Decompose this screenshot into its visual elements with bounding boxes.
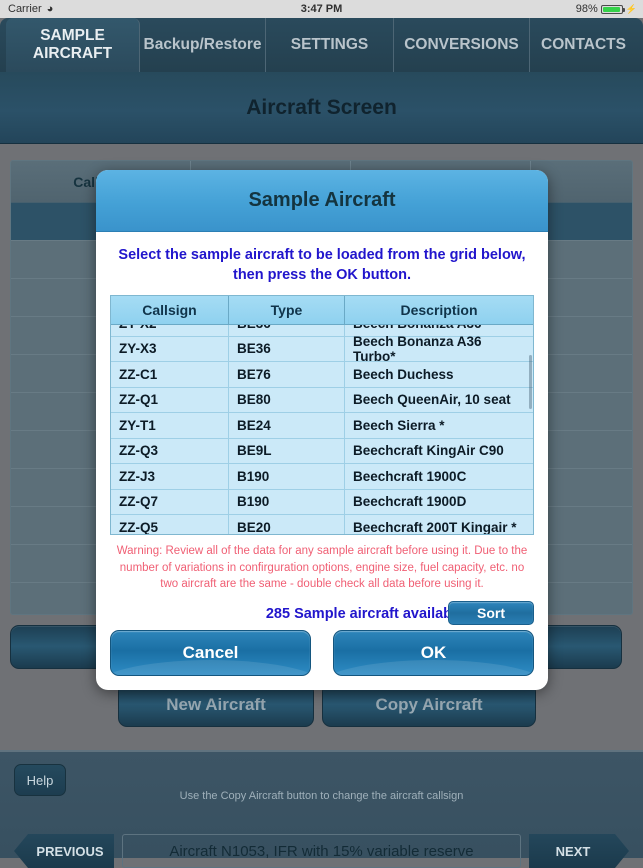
table-row[interactable]: ZZ-C1 BE76 Beech Duchess [111,362,533,388]
sample-grid-scroller: ZY-X2 BE36 Beech Bonanza A36 ZY-X3 BE36 … [111,325,533,535]
dialog-title: Sample Aircraft [96,170,548,232]
ok-button[interactable]: OK [333,630,534,676]
count-row: 285 Sample aircraft available Sort [110,601,534,627]
cell-description: Beechcraft 1900D [345,490,533,515]
grid-scrollbar[interactable] [529,355,532,409]
cell-callsign: ZZ-Q1 [111,388,229,413]
cell-type: B190 [229,464,345,489]
cell-callsign: ZZ-C1 [111,362,229,387]
cell-description: Beechcraft 1900C [345,464,533,489]
dialog-instruction: Select the sample aircraft to be loaded … [114,246,530,285]
sample-grid-body[interactable]: ZY-X2 BE36 Beech Bonanza A36 ZY-X3 BE36 … [111,325,533,535]
cell-description: Beech Duchess [345,362,533,387]
cell-description: Beech QueenAir, 10 seat [345,388,533,413]
cell-type: BE36 [229,337,345,362]
cell-description: Beech Bonanza A36 Turbo* [345,337,533,362]
cell-callsign: ZY-X2 [111,325,229,336]
table-row[interactable]: ZZ-Q1 BE80 Beech QueenAir, 10 seat [111,388,533,414]
sample-grid-header: Callsign Type Description [111,296,533,325]
cancel-button[interactable]: Cancel [110,630,311,676]
table-row[interactable]: ZZ-Q3 BE9L Beechcraft KingAir C90 [111,439,533,465]
cell-type: B190 [229,490,345,515]
cell-type: BE76 [229,362,345,387]
table-row[interactable]: ZY-T1 BE24 Beech Sierra * [111,413,533,439]
sample-aircraft-grid[interactable]: Callsign Type Description ZY-X2 BE36 Bee… [110,295,534,535]
cell-callsign: ZZ-Q3 [111,439,229,464]
cell-callsign: ZY-X3 [111,337,229,362]
sample-aircraft-dialog: Sample Aircraft Select the sample aircra… [96,170,548,690]
cell-type: BE36 [229,325,345,336]
table-row[interactable]: ZZ-Q7 B190 Beechcraft 1900D [111,490,533,516]
cell-type: BE9L [229,439,345,464]
warning-text: Warning: Review all of the data for any … [110,543,534,593]
dialog-actions: Cancel OK [110,630,534,676]
cell-description: Beechcraft 200T Kingair * [345,515,533,535]
modal-scrim: Sample Aircraft Select the sample aircra… [0,0,643,858]
table-row[interactable]: ZZ-Q5 BE20 Beechcraft 200T Kingair * [111,515,533,535]
cell-callsign: ZZ-Q7 [111,490,229,515]
cell-callsign: ZZ-J3 [111,464,229,489]
cell-callsign: ZY-T1 [111,413,229,438]
table-row[interactable]: ZZ-J3 B190 Beechcraft 1900C [111,464,533,490]
cell-description: Beechcraft KingAir C90 [345,439,533,464]
cell-callsign: ZZ-Q5 [111,515,229,535]
cell-type: BE20 [229,515,345,535]
cell-description: Beech Sierra * [345,413,533,438]
table-row[interactable]: ZY-X3 BE36 Beech Bonanza A36 Turbo* [111,337,533,363]
column-header-type[interactable]: Type [229,296,345,324]
cell-type: BE24 [229,413,345,438]
cell-type: BE80 [229,388,345,413]
column-header-description[interactable]: Description [345,296,533,324]
sort-button[interactable]: Sort [448,601,534,625]
column-header-callsign[interactable]: Callsign [111,296,229,324]
